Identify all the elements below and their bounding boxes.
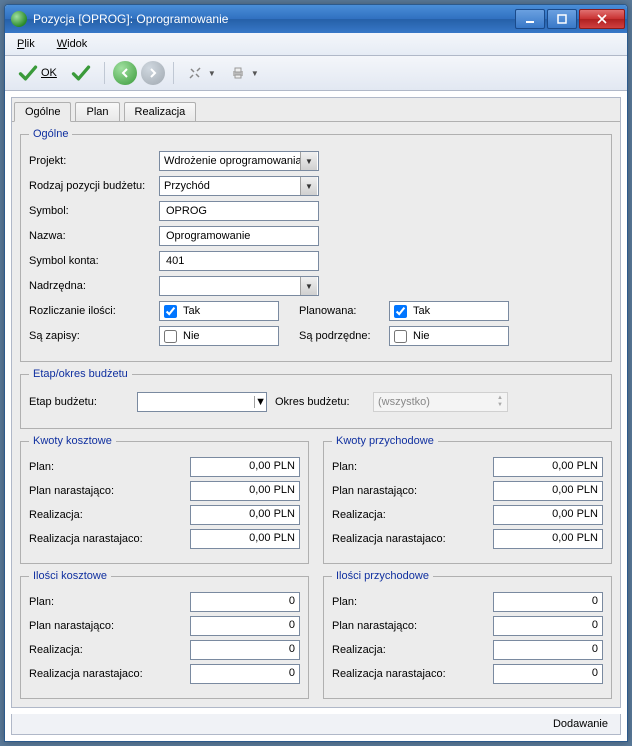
input-konto[interactable] — [159, 251, 319, 271]
apply-button[interactable] — [66, 60, 96, 86]
chevron-down-icon: ▼ — [254, 396, 266, 408]
menu-widok[interactable]: Widok — [53, 36, 92, 52]
label-planowana: Planowana: — [299, 305, 389, 317]
label-rodzaj: Rodzaj pozycji budżetu: — [29, 180, 159, 192]
ok-label: OK — [41, 67, 57, 79]
chevron-down-icon: ▼ — [251, 69, 259, 78]
window: Pozycja [OPROG]: Oprogramowanie Plik Wid… — [4, 4, 628, 742]
tab-plan[interactable]: Plan — [75, 102, 119, 121]
minimize-button[interactable] — [515, 9, 545, 29]
combo-etap[interactable]: ▼ — [137, 392, 267, 412]
group-etap: Etap/okres budżetu Etap budżetu: ▼ Okres… — [20, 368, 612, 429]
value-kp-real[interactable]: 0,00 PLN — [493, 505, 603, 525]
value-ik-real-nar[interactable]: 0 — [190, 664, 300, 684]
titlebar[interactable]: Pozycja [OPROG]: Oprogramowanie — [5, 5, 627, 33]
legend-kwoty-kosztowe: Kwoty kosztowe — [29, 435, 116, 447]
combo-projekt[interactable]: Wdrożenie oprogramowania ▼ — [159, 151, 319, 171]
input-symbol[interactable] — [159, 201, 319, 221]
check-zapisy[interactable]: Nie — [159, 326, 279, 346]
input-nazwa[interactable] — [159, 226, 319, 246]
combo-rodzaj[interactable]: Przychód ▼ — [159, 176, 319, 196]
combo-nadrzedna[interactable]: ▼ — [159, 276, 319, 296]
tab-general[interactable]: Ogólne — [14, 102, 71, 122]
value-ip-real-nar[interactable]: 0 — [493, 664, 603, 684]
value-kk-real-nar[interactable]: 0,00 PLN — [190, 529, 300, 549]
ok-button[interactable]: OK — [13, 60, 62, 86]
tab-strip: Ogólne Plan Realizacja — [12, 98, 620, 122]
check-planowana[interactable]: Tak — [389, 301, 509, 321]
check-podrzedne[interactable]: Nie — [389, 326, 509, 346]
chevron-down-icon: ▼ — [208, 69, 216, 78]
statusbar: Dodawanie — [11, 714, 621, 735]
value-kp-real-nar[interactable]: 0,00 PLN — [493, 529, 603, 549]
close-button[interactable] — [579, 9, 625, 29]
chevron-down-icon: ▼ — [300, 277, 317, 295]
legend-general: Ogólne — [29, 128, 72, 140]
window-title: Pozycja [OPROG]: Oprogramowanie — [33, 12, 513, 26]
label-etap: Etap budżetu: — [29, 396, 129, 408]
value-kp-plan[interactable]: 0,00 PLN — [493, 457, 603, 477]
legend-ilosci-przychodowe: Ilości przychodowe — [332, 570, 433, 582]
value-kk-real[interactable]: 0,00 PLN — [190, 505, 300, 525]
label-zapisy: Są zapisy: — [29, 330, 159, 342]
label-konto: Symbol konta: — [29, 255, 159, 267]
separator — [173, 62, 174, 84]
value-kp-plan-nar[interactable]: 0,00 PLN — [493, 481, 603, 501]
content-area: Ogólne Plan Realizacja Ogólne Projekt: W… — [11, 97, 621, 708]
check-icon — [71, 63, 91, 83]
value-ip-plan-nar[interactable]: 0 — [493, 616, 603, 636]
label-symbol: Symbol: — [29, 205, 159, 217]
label-podrzedne: Są podrzędne: — [299, 330, 389, 342]
spinner-buttons: ▲▼ — [497, 395, 503, 409]
group-ilosci-przychodowe: Ilości przychodowe Plan:0 Plan narastają… — [323, 570, 612, 699]
legend-kwoty-przychodowe: Kwoty przychodowe — [332, 435, 438, 447]
chevron-down-icon: ▼ — [300, 177, 317, 195]
group-ilosci-kosztowe: Ilości kosztowe Plan:0 Plan narastająco:… — [20, 570, 309, 699]
toolbar: OK ▼ ▼ — [5, 56, 627, 91]
value-ik-real[interactable]: 0 — [190, 640, 300, 660]
group-general: Ogólne Projekt: Wdrożenie oprogramowania… — [20, 128, 612, 362]
app-icon — [11, 11, 27, 27]
chevron-down-icon: ▼ — [300, 152, 317, 170]
menu-plik[interactable]: Plik — [13, 36, 39, 52]
spin-okres[interactable]: (wszystko) ▲▼ — [373, 392, 508, 412]
nav-forward-button[interactable] — [141, 61, 165, 85]
tab-realizacja[interactable]: Realizacja — [124, 102, 197, 121]
maximize-button[interactable] — [547, 9, 577, 29]
check-icon — [18, 63, 38, 83]
value-kk-plan[interactable]: 0,00 PLN — [190, 457, 300, 477]
legend-ilosci-kosztowe: Ilości kosztowe — [29, 570, 111, 582]
tools-button[interactable]: ▼ — [182, 62, 221, 84]
value-ik-plan[interactable]: 0 — [190, 592, 300, 612]
group-kwoty-kosztowe: Kwoty kosztowe Plan:0,00 PLN Plan narast… — [20, 435, 309, 564]
value-ip-real[interactable]: 0 — [493, 640, 603, 660]
value-kk-plan-nar[interactable]: 0,00 PLN — [190, 481, 300, 501]
nav-back-button[interactable] — [113, 61, 137, 85]
tab-panel-general: Ogólne Projekt: Wdrożenie oprogramowania… — [12, 128, 620, 707]
label-nadrzedna: Nadrzędna: — [29, 280, 159, 292]
label-projekt: Projekt: — [29, 155, 159, 167]
value-ik-plan-nar[interactable]: 0 — [190, 616, 300, 636]
value-ip-plan[interactable]: 0 — [493, 592, 603, 612]
menubar: Plik Widok — [5, 33, 627, 56]
separator — [104, 62, 105, 84]
check-rozliczanie[interactable]: Tak — [159, 301, 279, 321]
status-text: Dodawanie — [553, 718, 608, 730]
label-rozliczanie: Rozliczanie ilości: — [29, 305, 159, 317]
label-okres: Okres budżetu: — [275, 396, 365, 408]
group-kwoty-przychodowe: Kwoty przychodowe Plan:0,00 PLN Plan nar… — [323, 435, 612, 564]
label-nazwa: Nazwa: — [29, 230, 159, 242]
print-button[interactable]: ▼ — [225, 62, 264, 84]
legend-etap: Etap/okres budżetu — [29, 368, 132, 380]
